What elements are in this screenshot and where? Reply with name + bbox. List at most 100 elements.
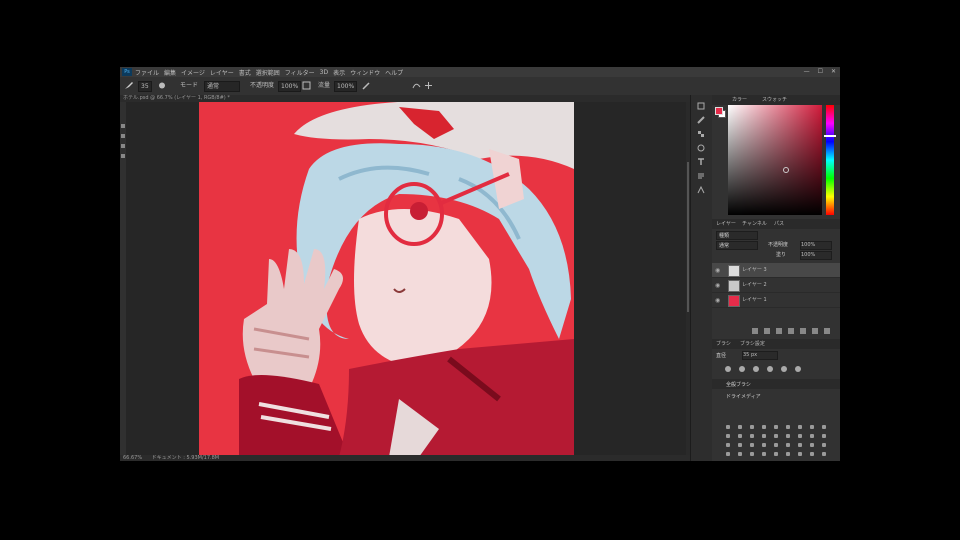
maximize-icon[interactable]: ☐ xyxy=(818,68,823,75)
menu-filter[interactable]: フィルター xyxy=(285,68,315,77)
artwork-canvas[interactable] xyxy=(199,102,574,457)
brush-tip[interactable] xyxy=(738,434,742,438)
brush-tips-grid[interactable] xyxy=(726,425,834,461)
tab-color[interactable]: カラー xyxy=(732,96,747,103)
flow-field[interactable]: 100% xyxy=(334,81,358,92)
brush-tip[interactable] xyxy=(822,434,826,438)
symmetry-icon[interactable] xyxy=(424,81,433,90)
brush-tip[interactable] xyxy=(810,434,814,438)
scroll-thumb[interactable] xyxy=(687,162,689,312)
document-tab[interactable]: ホテル.psd @ 66.7% (レイヤー 1, RGB/8#) * xyxy=(120,95,690,102)
menu-select[interactable]: 選択範囲 xyxy=(256,68,280,77)
brush-tip[interactable] xyxy=(822,425,826,429)
tab-brushes[interactable]: ブラシ xyxy=(716,340,731,347)
pressure-opacity-icon[interactable] xyxy=(302,81,311,90)
brush-tip[interactable] xyxy=(822,452,826,456)
brush-tip[interactable] xyxy=(786,443,790,447)
paragraph-icon[interactable] xyxy=(696,171,706,181)
brush-tip[interactable] xyxy=(810,425,814,429)
history-icon[interactable] xyxy=(696,101,706,111)
brush-preset-strip[interactable] xyxy=(722,363,832,375)
tab-brush-settings[interactable]: ブラシ設定 xyxy=(740,340,765,347)
canvas-area[interactable] xyxy=(126,102,686,457)
layer-actions-bar[interactable] xyxy=(752,327,836,335)
brush-tip[interactable] xyxy=(750,443,754,447)
swatches-icon[interactable] xyxy=(696,129,706,139)
menu-help[interactable]: ヘルプ xyxy=(385,68,403,77)
hue-slider-marker[interactable] xyxy=(824,135,836,137)
brush-size-field[interactable]: 35 px xyxy=(742,351,778,360)
brush-tip[interactable] xyxy=(810,443,814,447)
brush-tip[interactable] xyxy=(798,434,802,438)
hue-slider[interactable] xyxy=(826,105,834,215)
tab-layers[interactable]: レイヤー xyxy=(716,220,736,227)
menu-image[interactable]: イメージ xyxy=(181,68,205,77)
brush-tip[interactable] xyxy=(738,443,742,447)
brush-tip[interactable] xyxy=(774,443,778,447)
layer-filter[interactable]: 種類 xyxy=(716,231,758,240)
foreground-color-swatch[interactable] xyxy=(715,107,723,115)
menu-edit[interactable]: 編集 xyxy=(164,68,176,77)
brush-settings-icon[interactable] xyxy=(696,115,706,125)
visibility-eye-icon[interactable]: ◉ xyxy=(715,282,720,289)
brush-tip[interactable] xyxy=(762,452,766,456)
layer-opacity-field[interactable]: 100% xyxy=(800,241,832,250)
properties-icon[interactable] xyxy=(696,185,706,195)
brush-tip[interactable] xyxy=(738,452,742,456)
brush-preset-icon[interactable] xyxy=(158,81,166,90)
brush-tip[interactable] xyxy=(750,434,754,438)
layer-row[interactable]: ◉ レイヤー 2 xyxy=(712,278,840,293)
color-picker-cursor[interactable] xyxy=(783,167,789,173)
airbrush-icon[interactable] xyxy=(362,81,371,90)
brush-tip[interactable] xyxy=(786,434,790,438)
visibility-eye-icon[interactable]: ◉ xyxy=(715,267,720,274)
brush-tip[interactable] xyxy=(726,443,730,447)
menu-window[interactable]: ウィンドウ xyxy=(350,68,380,77)
type-icon[interactable] xyxy=(696,157,706,167)
brush-tool-icon[interactable] xyxy=(124,81,134,90)
close-icon[interactable]: ✕ xyxy=(831,68,836,75)
brush-tip[interactable] xyxy=(798,443,802,447)
brush-tip[interactable] xyxy=(762,443,766,447)
brush-tip[interactable] xyxy=(798,452,802,456)
layer-fill-field[interactable]: 100% xyxy=(800,251,832,260)
brush-tip[interactable] xyxy=(786,425,790,429)
menu-layer[interactable]: レイヤー xyxy=(210,68,234,77)
brush-tip[interactable] xyxy=(786,452,790,456)
brush-tip[interactable] xyxy=(726,434,730,438)
brush-tip[interactable] xyxy=(810,452,814,456)
brush-tip[interactable] xyxy=(750,425,754,429)
brush-tip[interactable] xyxy=(774,452,778,456)
tab-swatches[interactable]: スウォッチ xyxy=(762,96,787,103)
layer-row[interactable]: ◉ レイヤー 3 xyxy=(712,263,840,278)
brush-tip[interactable] xyxy=(774,434,778,438)
brush-tip[interactable] xyxy=(822,443,826,447)
brush-tip[interactable] xyxy=(750,452,754,456)
brush-tip[interactable] xyxy=(798,425,802,429)
smoothing-icon[interactable] xyxy=(412,81,421,90)
brush-tip[interactable] xyxy=(774,425,778,429)
menu-file[interactable]: ファイル xyxy=(135,68,159,77)
tab-paths[interactable]: パス xyxy=(774,220,784,227)
menu-view[interactable]: 表示 xyxy=(333,68,345,77)
brush-group-general[interactable]: 全般ブラシ xyxy=(712,379,840,389)
brush-tip[interactable] xyxy=(738,425,742,429)
adjustments-icon[interactable] xyxy=(696,143,706,153)
color-picker-field[interactable] xyxy=(728,105,822,215)
brush-tip[interactable] xyxy=(726,452,730,456)
brush-tip[interactable] xyxy=(726,425,730,429)
minimize-icon[interactable]: — xyxy=(804,68,810,75)
menu-type[interactable]: 書式 xyxy=(239,68,251,77)
brush-size-field[interactable]: 35 xyxy=(138,81,152,92)
tab-channels[interactable]: チャンネル xyxy=(742,220,767,227)
visibility-eye-icon[interactable]: ◉ xyxy=(715,297,720,304)
status-zoom[interactable]: 66.67% xyxy=(123,455,142,461)
brush-group-dry[interactable]: ドライメディア xyxy=(712,391,840,401)
menu-3d[interactable]: 3D xyxy=(320,69,328,76)
blend-mode-dropdown[interactable]: 通常 xyxy=(716,241,758,250)
brush-tip[interactable] xyxy=(762,425,766,429)
opacity-field[interactable]: 100% xyxy=(278,81,302,92)
layer-row[interactable]: ◉ レイヤー 1 xyxy=(712,293,840,308)
mode-dropdown[interactable]: 通常 xyxy=(204,81,240,92)
brush-tip[interactable] xyxy=(762,434,766,438)
